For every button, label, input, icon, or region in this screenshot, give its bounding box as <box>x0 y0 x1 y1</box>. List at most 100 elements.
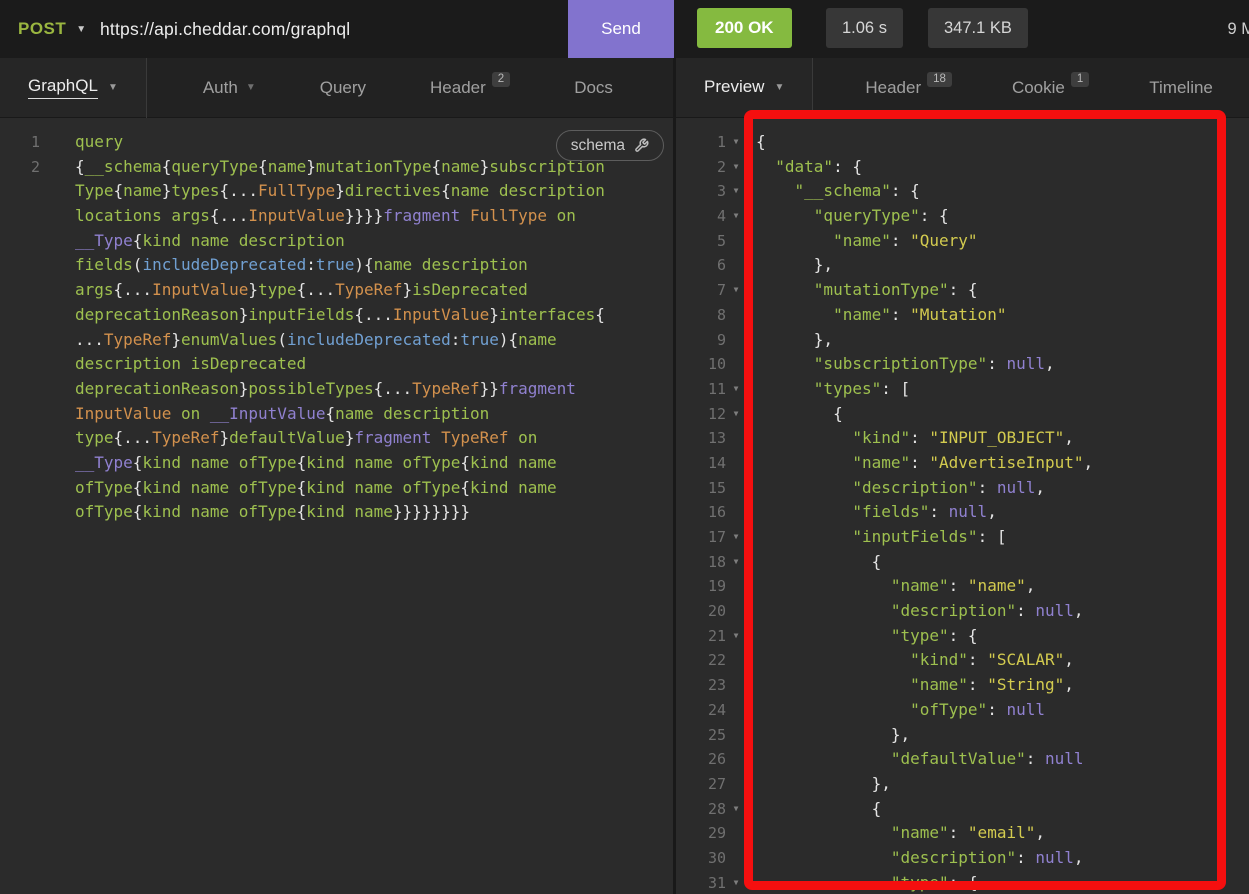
fold-caret-slot <box>726 673 746 698</box>
response-line: 22 "kind": "SCALAR", <box>676 648 1249 673</box>
graphql-query-editor[interactable]: 1query2{__schema{queryType{name}mutation… <box>0 118 673 894</box>
response-history-dropdown[interactable]: 9 M <box>1227 0 1249 58</box>
fold-caret-icon[interactable]: ▼ <box>726 130 746 155</box>
code-text: "name": "AdvertiseInput", <box>746 451 1093 476</box>
line-number: 16 <box>676 500 726 525</box>
fold-caret-slot <box>726 648 746 673</box>
preview-mode-label: Preview <box>704 77 764 99</box>
code-text: "subscriptionType": null, <box>746 352 1055 377</box>
tab-label: Header <box>865 78 921 98</box>
tab-count-badge: 2 <box>492 72 510 88</box>
line-number <box>0 451 40 476</box>
code-text: query <box>40 130 123 155</box>
fold-caret-icon[interactable]: ▼ <box>726 179 746 204</box>
fold-caret-icon[interactable]: ▼ <box>726 797 746 822</box>
code-text: __Type{kind name ofType{kind name ofType… <box>40 451 557 476</box>
response-line: 26 "defaultValue": null <box>676 747 1249 772</box>
code-text: "type": { <box>746 871 978 894</box>
code-text: "description": null, <box>746 846 1084 871</box>
line-number: 3 <box>676 179 726 204</box>
response-line: 16 "fields": null, <box>676 500 1249 525</box>
tab-auth[interactable]: Auth ▼ <box>195 58 264 117</box>
code-text: type{...TypeRef}defaultValue}fragment Ty… <box>40 426 537 451</box>
line-number <box>0 204 40 229</box>
divider <box>146 58 147 118</box>
preview-mode-dropdown[interactable]: Preview ▼ <box>676 58 812 117</box>
response-line: 19 "name": "name", <box>676 574 1249 599</box>
chevron-down-icon: ▼ <box>76 24 86 35</box>
response-line: 18▼ { <box>676 550 1249 575</box>
wrench-icon <box>634 138 649 153</box>
fold-caret-slot <box>726 698 746 723</box>
line-number: 27 <box>676 772 726 797</box>
line-number: 11 <box>676 377 726 402</box>
response-line: 13 "kind": "INPUT_OBJECT", <box>676 426 1249 451</box>
query-line: description isDeprecated <box>0 352 673 377</box>
schema-button[interactable]: schema <box>556 130 664 161</box>
query-line: deprecationReason}inputFields{...InputVa… <box>0 303 673 328</box>
fold-caret-icon[interactable]: ▼ <box>726 278 746 303</box>
fold-caret-icon[interactable]: ▼ <box>726 550 746 575</box>
fold-caret-icon[interactable]: ▼ <box>726 204 746 229</box>
fold-caret-slot <box>726 352 746 377</box>
query-line: type{...TypeRef}defaultValue}fragment Ty… <box>0 426 673 451</box>
line-number <box>0 229 40 254</box>
line-number: 9 <box>676 328 726 353</box>
fold-caret-icon[interactable]: ▼ <box>726 525 746 550</box>
tab-header[interactable]: Header 2 <box>422 58 518 117</box>
line-number <box>0 476 40 501</box>
line-number <box>0 377 40 402</box>
code-text: "__schema": { <box>746 179 920 204</box>
fold-caret-slot <box>726 328 746 353</box>
tab-cookie[interactable]: Cookie 1 <box>1004 58 1097 117</box>
line-number: 4 <box>676 204 726 229</box>
code-text: args{...InputValue}type{...TypeRef}isDep… <box>40 278 528 303</box>
line-number: 12 <box>676 402 726 427</box>
fold-caret-icon[interactable]: ▼ <box>726 624 746 649</box>
code-text: ofType{kind name ofType{kind name ofType… <box>40 476 557 501</box>
send-button[interactable]: Send <box>568 0 674 58</box>
response-line: 6 }, <box>676 253 1249 278</box>
fold-caret-slot <box>726 253 746 278</box>
line-number <box>0 303 40 328</box>
body-type-dropdown[interactable]: GraphQL ▼ <box>0 58 146 117</box>
code-text: Type{name}types{...FullType}directives{n… <box>40 179 605 204</box>
fold-caret-slot <box>726 821 746 846</box>
fold-caret-slot <box>726 451 746 476</box>
code-text: "type": { <box>746 624 978 649</box>
fold-caret-icon[interactable]: ▼ <box>726 377 746 402</box>
response-line: 4▼ "queryType": { <box>676 204 1249 229</box>
code-text: deprecationReason}inputFields{...InputVa… <box>40 303 605 328</box>
code-text: "queryType": { <box>746 204 949 229</box>
response-line: 10 "subscriptionType": null, <box>676 352 1249 377</box>
body-type-label: GraphQL <box>28 76 98 99</box>
code-text: }, <box>746 328 833 353</box>
code-text: "kind": "INPUT_OBJECT", <box>746 426 1074 451</box>
fold-caret-slot <box>726 574 746 599</box>
tab-docs[interactable]: Docs <box>566 58 621 117</box>
line-number <box>0 402 40 427</box>
line-number: 2 <box>676 155 726 180</box>
url-input[interactable]: https://api.cheddar.com/graphql <box>100 0 350 58</box>
fold-caret-icon[interactable]: ▼ <box>726 155 746 180</box>
method-dropdown[interactable]: POST ▼ <box>18 0 87 58</box>
code-text: description isDeprecated <box>40 352 306 377</box>
response-line: 27 }, <box>676 772 1249 797</box>
fold-caret-icon[interactable]: ▼ <box>726 871 746 894</box>
line-number: 21 <box>676 624 726 649</box>
line-number <box>0 426 40 451</box>
tab-response-header[interactable]: Header 18 <box>857 58 960 117</box>
response-preview-pane[interactable]: 1▼{2▼ "data": {3▼ "__schema": {4▼ "query… <box>676 118 1249 894</box>
tab-timeline[interactable]: Timeline <box>1141 58 1221 117</box>
fold-caret-icon[interactable]: ▼ <box>726 402 746 427</box>
line-number: 28 <box>676 797 726 822</box>
tab-query[interactable]: Query <box>312 58 374 117</box>
line-number: 29 <box>676 821 726 846</box>
query-line: locations args{...InputValue}}}}fragment… <box>0 204 673 229</box>
query-line: __Type{kind name description <box>0 229 673 254</box>
response-line: 2▼ "data": { <box>676 155 1249 180</box>
response-line: 20 "description": null, <box>676 599 1249 624</box>
code-text: }, <box>746 772 891 797</box>
line-number <box>0 278 40 303</box>
fold-caret-slot <box>726 426 746 451</box>
